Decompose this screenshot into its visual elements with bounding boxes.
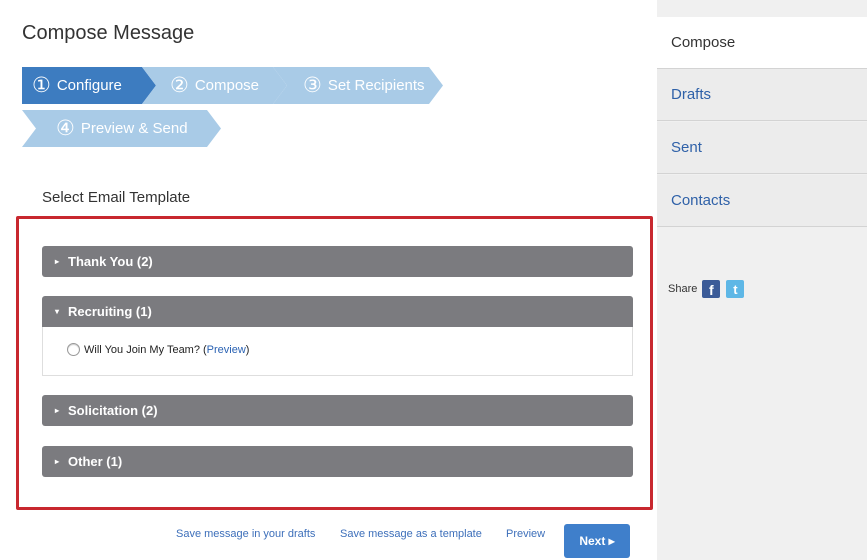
caret-right-icon: ▸ [55,457,60,466]
step-number: ① [32,74,51,97]
step-label: Set Recipients [327,77,425,94]
template-preview-link[interactable]: Preview [207,344,246,356]
caret-right-icon: ▸ [55,257,60,266]
share-bar: Share f t [668,280,745,298]
close-paren: ) [245,343,250,356]
save-drafts-link[interactable]: Save message in your drafts [176,528,315,540]
accordion-label: Thank You (2) [68,254,153,269]
share-label: Share [668,283,698,295]
step-label: Configure [56,77,122,94]
step-number: ④ [56,117,75,140]
accordion-recruiting[interactable]: ▾ Recruiting (1) [42,296,633,327]
template-radio[interactable] [67,343,80,356]
sidebar-item-compose[interactable]: Compose [657,17,867,69]
sidebar-item-sent[interactable]: Sent [657,122,867,174]
preview-link[interactable]: Preview [506,528,545,540]
next-button[interactable]: Next ▸ [564,524,630,558]
caret-right-icon: ▸ [55,406,60,415]
template-option-label: Will You Join My Team? [84,343,200,356]
step-number: ③ [303,74,322,97]
step-preview-send[interactable]: ④ Preview & Send [22,110,221,147]
step-set-recipients[interactable]: ③ Set Recipients [273,67,443,104]
step-compose[interactable]: ② Compose [142,67,287,104]
accordion-recruiting-body: Will You Join My Team? (Preview) [42,327,633,376]
step-number: ② [170,74,189,97]
accordion-label: Other (1) [68,454,123,469]
twitter-icon[interactable]: t [726,280,745,298]
accordion-other[interactable]: ▸ Other (1) [42,446,633,477]
sidebar-item-contacts[interactable]: Contacts [657,175,867,227]
page-title: Compose Message [22,22,195,44]
template-section-label: Select Email Template [42,189,191,206]
save-template-link[interactable]: Save message as a template [340,528,482,540]
step-label: Compose [194,77,260,94]
main-panel: Compose Message ① Configure ② Compose ③ … [0,0,657,560]
accordion-label: Solicitation (2) [68,403,158,418]
caret-down-icon: ▾ [55,307,60,316]
sidebar-item-drafts[interactable]: Drafts [657,69,867,121]
accordion-label: Recruiting (1) [68,304,152,319]
template-option: Will You Join My Team? (Preview) [67,343,249,356]
facebook-icon[interactable]: f [702,280,721,298]
accordion-solicitation[interactable]: ▸ Solicitation (2) [42,395,633,426]
step-label: Preview & Send [80,120,188,137]
accordion-thank-you[interactable]: ▸ Thank You (2) [42,246,633,277]
step-configure[interactable]: ① Configure [22,67,156,104]
